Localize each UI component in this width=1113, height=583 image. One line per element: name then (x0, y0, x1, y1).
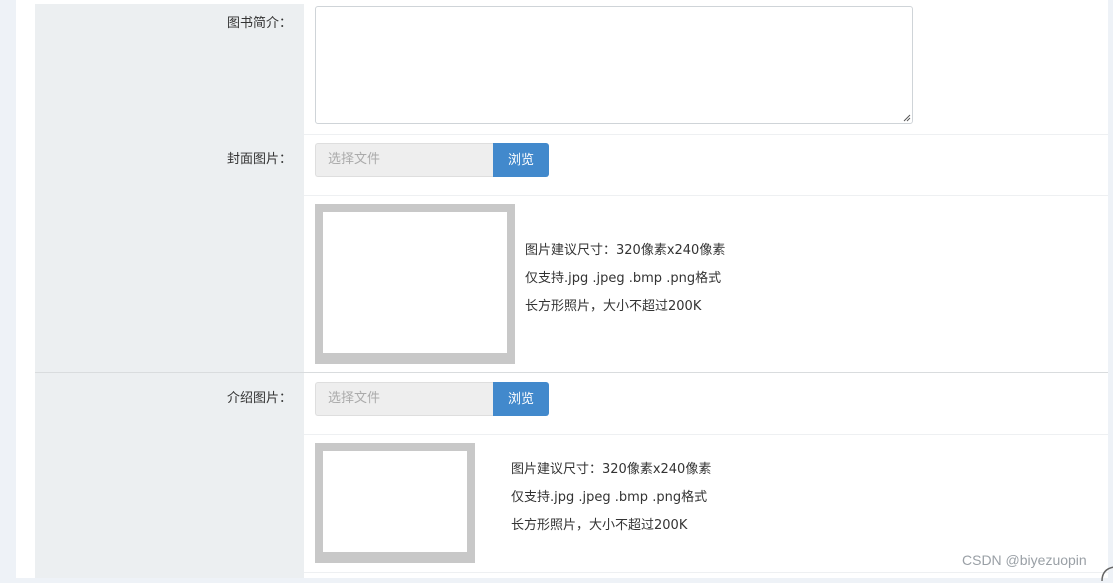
label-column (35, 4, 304, 578)
cover-hint-format: 仅支持.jpg .jpeg .bmp .png格式 (525, 271, 722, 286)
cover-hint-size: 图片建议尺寸：320像素x240像素 (525, 243, 726, 258)
intro-image-preview-frame[interactable] (315, 443, 475, 563)
row-divider (304, 434, 1108, 435)
cover-file-input[interactable]: 选择文件 (315, 143, 493, 177)
intro-label: 图书简介： (226, 16, 292, 31)
intro-image-label: 介绍图片： (226, 391, 292, 406)
intro-image-hint-size: 图片建议尺寸：320像素x240像素 (511, 462, 712, 477)
section-divider (35, 372, 1108, 373)
book-form-panel: 图书简介： 封面图片： 选择文件 浏览 图片建议尺寸：320像素x240像素 仅… (35, 4, 1108, 578)
cover-hint-filesize: 长方形照片，大小不超过200K (525, 299, 702, 314)
row-divider (304, 195, 1108, 196)
page-left-margin (0, 0, 16, 578)
intro-image-browse-button[interactable]: 浏览 (493, 382, 549, 416)
watermark-text: CSDN @biyezuopin (962, 552, 1087, 568)
cover-label: 封面图片： (226, 152, 292, 167)
page-gutter (16, 0, 35, 578)
page-right-margin (1108, 0, 1113, 578)
scroll-corner-icon (1101, 566, 1113, 582)
intro-textarea[interactable] (315, 6, 913, 124)
intro-image-hint-filesize: 长方形照片，大小不超过200K (511, 518, 688, 533)
intro-image-file-input[interactable]: 选择文件 (315, 382, 493, 416)
resize-grip-icon[interactable] (902, 113, 911, 122)
intro-image-hint-format: 仅支持.jpg .jpeg .bmp .png格式 (511, 490, 708, 505)
row-divider (304, 572, 1108, 573)
cover-preview-frame[interactable] (315, 204, 515, 364)
intro-image-preview-image (323, 451, 467, 552)
cover-browse-button[interactable]: 浏览 (493, 143, 549, 177)
cover-preview-image (323, 212, 507, 353)
row-divider (304, 134, 1108, 135)
